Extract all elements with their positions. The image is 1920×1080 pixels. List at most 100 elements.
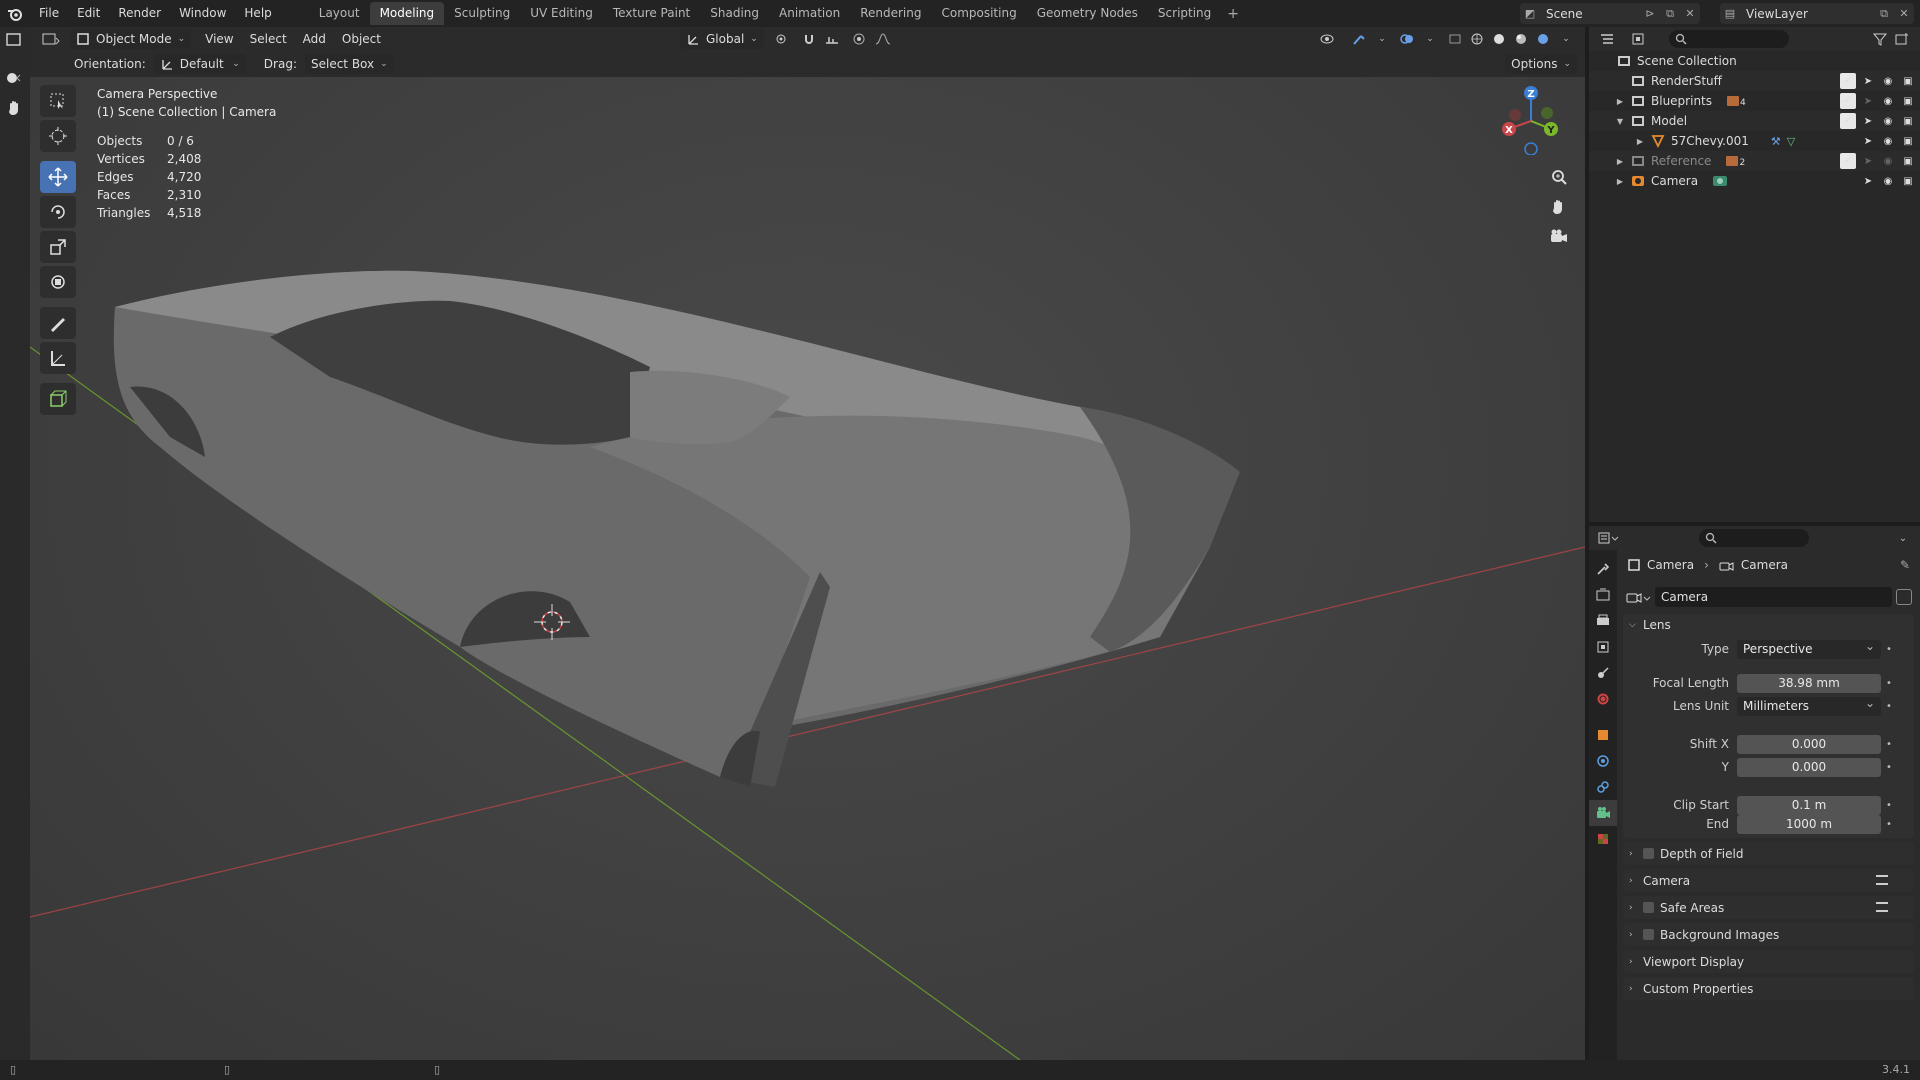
lens-type-dropdown[interactable]: Perspective xyxy=(1737,637,1881,659)
texture-tab-icon[interactable] xyxy=(1589,826,1617,852)
visibility-eye-icon[interactable]: ◉ xyxy=(1880,73,1896,89)
measure-tool[interactable] xyxy=(40,342,76,374)
mesh-data-icon[interactable]: ▽ xyxy=(1787,135,1795,148)
visibility-eye-icon[interactable]: ◉ xyxy=(1880,113,1896,129)
expand-arrow-icon[interactable]: ▶ xyxy=(1613,177,1627,186)
add-cube-tool[interactable] xyxy=(40,383,76,415)
focal-length-field[interactable]: 38.98 mm xyxy=(1737,673,1881,693)
workspace-tab-texture-paint[interactable]: Texture Paint xyxy=(603,2,700,25)
outliner-row-camera[interactable]: ▶ Camera ➤ ◉ ▣ xyxy=(1589,171,1920,191)
selectable-cursor-icon[interactable]: ➤ xyxy=(1860,133,1876,149)
expand-arrow-icon[interactable]: ▶ xyxy=(1633,137,1647,146)
xray-toggle-icon[interactable] xyxy=(1445,29,1467,49)
visibility-eye-icon[interactable]: ◉ xyxy=(1880,93,1896,109)
rotate-tool[interactable] xyxy=(40,196,76,228)
rendered-shading-icon[interactable] xyxy=(1533,29,1555,49)
selectable-cursor-icon[interactable]: ➤ xyxy=(1860,93,1876,109)
selectable-cursor-icon[interactable]: ➤ xyxy=(1860,113,1876,129)
hide-tools-icon[interactable] xyxy=(4,71,24,88)
lens-unit-dropdown[interactable]: Millimeters xyxy=(1737,694,1881,716)
snap-target-icon[interactable] xyxy=(822,29,844,49)
options-dropdown[interactable]: Options ⌄ xyxy=(1505,54,1577,74)
outliner-item-name[interactable]: 57Chevy.001 xyxy=(1671,134,1749,148)
output-tab-icon[interactable] xyxy=(1589,608,1617,634)
subpanel-depth-of-field[interactable]: › Depth of Field xyxy=(1623,842,1914,865)
pivot-point-icon[interactable] xyxy=(772,29,794,49)
new-scene-icon[interactable]: ⧉ xyxy=(1660,4,1680,24)
transform-orientation-dropdown[interactable]: Global ⌄ xyxy=(680,29,764,49)
expand-arrow-icon[interactable]: ▶ xyxy=(1613,157,1627,166)
move-tool[interactable] xyxy=(40,161,76,193)
view-layer-tab-icon[interactable] xyxy=(1589,634,1617,660)
outliner-row-model[interactable]: ▼ Model ✓ ➤ ◉ ▣ xyxy=(1589,111,1920,131)
menu-help[interactable]: Help xyxy=(235,0,280,27)
select-box-tool[interactable] xyxy=(40,85,76,117)
outliner-row-blueprints[interactable]: ▶ Blueprints 4 ✓ ➤ ◉ ▣ xyxy=(1589,91,1920,111)
presets-list-icon[interactable] xyxy=(1876,902,1888,912)
menu-file[interactable]: File xyxy=(30,0,68,27)
camera-datablock-name[interactable]: Camera xyxy=(1655,587,1892,607)
pin-panel-icon[interactable]: ✎ xyxy=(1900,558,1910,572)
cursor-tool[interactable] xyxy=(40,120,76,152)
scene-collection-row[interactable]: Scene Collection xyxy=(1589,51,1920,71)
workspace-tab-geometry-nodes[interactable]: Geometry Nodes xyxy=(1027,2,1148,25)
exclude-checkbox[interactable]: ✓ xyxy=(1840,153,1856,169)
3d-viewport[interactable]: Camera Perspective (1) Scene Collection … xyxy=(30,77,1585,1060)
properties-search-input[interactable] xyxy=(1699,529,1809,547)
render-camera-icon[interactable]: ▣ xyxy=(1900,73,1916,89)
shading-menu-icon[interactable]: ⌄ xyxy=(1555,29,1577,49)
render-camera-icon[interactable]: ▣ xyxy=(1900,93,1916,109)
outliner-item-name[interactable]: Blueprints xyxy=(1651,94,1712,108)
enable-checkbox[interactable] xyxy=(1643,902,1654,913)
filter-icon[interactable] xyxy=(1870,29,1892,49)
subpanel-safe-areas[interactable]: › Safe Areas xyxy=(1623,896,1914,919)
gizmo-menu-icon[interactable]: ⌄ xyxy=(1371,29,1393,49)
outliner-item-name[interactable]: Camera xyxy=(1651,174,1698,188)
pan-hand-icon[interactable] xyxy=(6,99,24,120)
view-layer-selector[interactable]: ▤ ViewLayer ⧉ ✕ xyxy=(1720,3,1914,24)
workspace-tab-compositing[interactable]: Compositing xyxy=(931,2,1026,25)
keyframe-dot-icon[interactable]: • xyxy=(1881,800,1897,811)
clip-end-field[interactable]: 1000 m xyxy=(1737,814,1881,834)
exclude-checkbox[interactable]: ✓ xyxy=(1840,113,1856,129)
render-tab-icon[interactable] xyxy=(1589,582,1617,608)
annotate-tool[interactable] xyxy=(40,307,76,339)
visibility-eye-icon[interactable]: ◉ xyxy=(1880,173,1896,189)
overlays-toggle-icon[interactable] xyxy=(1397,29,1419,49)
render-camera-icon[interactable]: ▣ xyxy=(1900,133,1916,149)
camera-data-tab-icon[interactable] xyxy=(1589,800,1617,826)
viewport-menu-object[interactable]: Object xyxy=(334,32,389,46)
menu-edit[interactable]: Edit xyxy=(68,0,109,27)
outliner-editor-icon[interactable] xyxy=(1597,29,1619,49)
properties-editor-icon[interactable] xyxy=(1597,528,1619,548)
viewport-menu-view[interactable]: View xyxy=(197,32,241,46)
tool-tab-icon[interactable] xyxy=(1589,556,1617,582)
material-shading-icon[interactable] xyxy=(1511,29,1533,49)
keyframe-dot-icon[interactable]: • xyxy=(1881,678,1897,689)
new-collection-icon[interactable] xyxy=(1892,29,1914,49)
exclude-checkbox[interactable]: ✓ xyxy=(1840,93,1856,109)
camera-data-icon[interactable] xyxy=(1712,174,1728,188)
subpanel-camera[interactable]: › Camera xyxy=(1623,869,1914,892)
visibility-icon[interactable] xyxy=(1317,29,1339,49)
selectable-cursor-icon[interactable]: ➤ xyxy=(1860,153,1876,169)
selectable-cursor-icon[interactable]: ➤ xyxy=(1860,173,1876,189)
camera-view-icon[interactable] xyxy=(1545,223,1573,251)
editor-type-icon[interactable] xyxy=(4,31,26,51)
lens-panel-header[interactable]: ⌵ Lens xyxy=(1623,614,1914,636)
workspace-tab-layout[interactable]: Layout xyxy=(309,2,370,25)
workspace-tab-uv-editing[interactable]: UV Editing xyxy=(520,2,603,25)
selectable-cursor-icon[interactable]: ➤ xyxy=(1860,73,1876,89)
delete-view-layer-icon[interactable]: ✕ xyxy=(1894,4,1914,24)
new-view-layer-icon[interactable]: ⧉ xyxy=(1874,4,1894,24)
keyframe-dot-icon[interactable]: • xyxy=(1881,644,1897,655)
camera-datablock-icon[interactable] xyxy=(1625,589,1651,605)
gizmo-toggle-icon[interactable] xyxy=(1349,29,1371,49)
outliner-item-name[interactable]: Model xyxy=(1651,114,1687,128)
presets-list-icon[interactable] xyxy=(1876,875,1888,885)
physics-tab-icon[interactable] xyxy=(1589,748,1617,774)
display-mode-icon[interactable] xyxy=(1629,29,1651,49)
workspace-tab-sculpting[interactable]: Sculpting xyxy=(444,2,520,25)
delete-scene-icon[interactable]: ✕ xyxy=(1680,4,1700,24)
shift-y-field[interactable]: 0.000 xyxy=(1737,757,1881,777)
